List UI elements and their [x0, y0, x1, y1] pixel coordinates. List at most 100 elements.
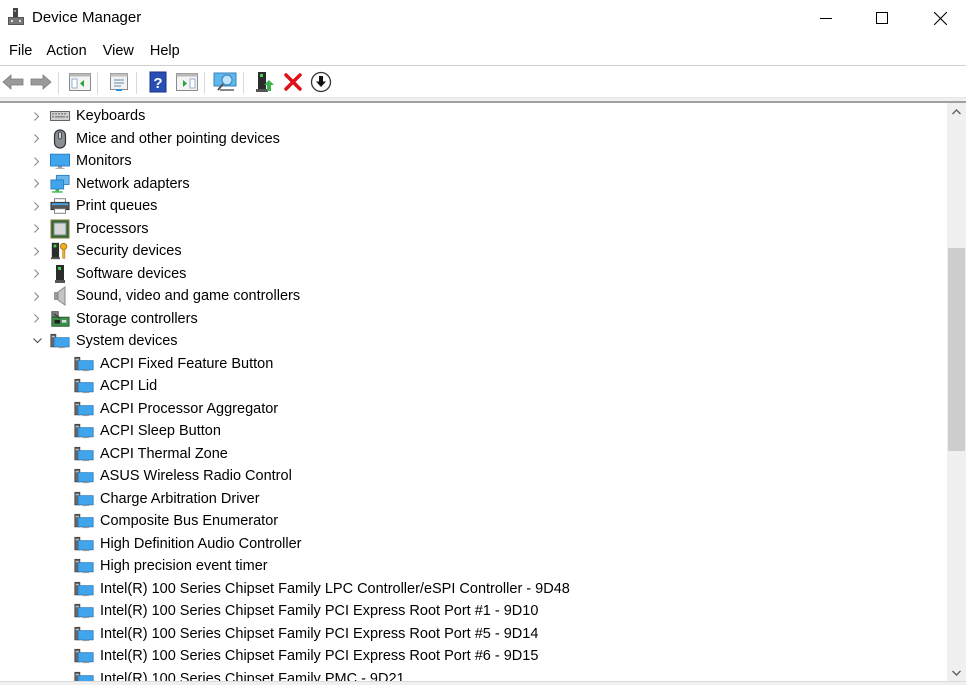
tree-item-label: Security devices — [76, 243, 182, 260]
tree-device-item[interactable]: Intel(R) 100 Series Chipset Family PCI E… — [74, 645, 538, 668]
tree-device-item[interactable]: ACPI Fixed Feature Button — [74, 353, 273, 376]
menu-file[interactable]: File — [0, 40, 39, 64]
tree-device-item[interactable]: Intel(R) 100 Series Chipset Family LPC C… — [74, 578, 570, 601]
system-device-icon — [74, 355, 94, 373]
monitor-icon — [50, 152, 70, 170]
close-button[interactable] — [911, 0, 966, 36]
tree-category-network-adapters[interactable]: Network adapters — [34, 173, 190, 196]
show-hide-action-pane-button[interactable] — [175, 70, 199, 94]
toolbar-separator — [58, 72, 59, 94]
tree-item-label: ACPI Processor Aggregator — [100, 400, 279, 417]
tree-device-item[interactable]: ACPI Sleep Button — [74, 420, 221, 443]
keyboard-icon — [50, 107, 70, 125]
expand-chevron-icon[interactable] — [31, 200, 43, 212]
toolbar-separator — [243, 72, 244, 94]
system-device-icon — [74, 625, 94, 643]
tree-item-label: Monitors — [76, 153, 132, 170]
expand-chevron-icon[interactable] — [31, 290, 43, 302]
tree-item-label: ASUS Wireless Radio Control — [100, 468, 292, 485]
tree-category-mice-and-other-pointing-devices[interactable]: Mice and other pointing devices — [34, 128, 280, 151]
toolbar-separator — [136, 72, 137, 94]
expand-chevron-icon[interactable] — [31, 155, 43, 167]
expand-chevron-icon[interactable] — [31, 245, 43, 257]
tree-device-item[interactable]: Intel(R) 100 Series Chipset Family PCI E… — [74, 600, 538, 623]
tree-item-label: ACPI Fixed Feature Button — [100, 355, 274, 372]
toolbar-separator — [204, 72, 205, 94]
expand-chevron-icon[interactable] — [31, 178, 43, 190]
speaker-icon — [50, 286, 70, 307]
monitor-scan-icon — [213, 72, 237, 91]
system-device-icon — [74, 422, 94, 440]
disable-device-button[interactable] — [309, 70, 333, 94]
device-tree: Keyboards Mice and other pointing devices… — [0, 103, 947, 681]
collapse-chevron-icon[interactable] — [31, 335, 43, 347]
tree-item-label: ACPI Sleep Button — [100, 423, 221, 440]
help-icon: ? — [149, 71, 167, 93]
tree-item-label: Keyboards — [76, 108, 146, 125]
menu-help[interactable]: Help — [141, 40, 187, 64]
tree-category-keyboards[interactable]: Keyboards — [34, 105, 146, 128]
update-driver-button[interactable] — [253, 70, 277, 94]
tree-device-item[interactable]: Composite Bus Enumerator — [74, 510, 278, 533]
tree-category-processors[interactable]: Processors — [34, 218, 149, 241]
system-device-icon — [74, 490, 94, 508]
system-device-icon — [74, 445, 94, 463]
network-adapter-icon — [50, 174, 70, 193]
tree-item-label: High Definition Audio Controller — [100, 535, 302, 552]
tree-item-label: Storage controllers — [76, 310, 198, 327]
tree-category-security-devices[interactable]: Security devices — [34, 240, 182, 263]
maximize-icon — [876, 12, 888, 24]
menu-action[interactable]: Action — [39, 40, 93, 64]
expand-chevron-icon[interactable] — [31, 223, 43, 235]
tree-device-item[interactable]: Intel(R) 100 Series Chipset Family PCI E… — [74, 623, 538, 646]
tree-device-item[interactable]: Intel(R) 100 Series Chipset Family PMC -… — [74, 668, 405, 681]
toolbar: ? — [0, 66, 966, 97]
tree-item-label: ACPI Lid — [100, 378, 158, 395]
minimize-icon — [820, 18, 832, 19]
scroll-thumb[interactable] — [948, 248, 965, 451]
system-device-icon — [74, 580, 94, 598]
tree-item-label: ACPI Thermal Zone — [100, 445, 228, 462]
status-bar — [0, 681, 966, 685]
expand-chevron-icon[interactable] — [31, 133, 43, 145]
scan-hardware-changes-button[interactable] — [213, 70, 237, 94]
tree-device-item[interactable]: ASUS Wireless Radio Control — [74, 465, 292, 488]
tree-item-label: Processors — [76, 220, 149, 237]
scroll-down-button[interactable] — [947, 664, 966, 681]
update-driver-icon — [256, 72, 274, 92]
back-button[interactable] — [1, 70, 25, 94]
show-hide-console-tree-button[interactable] — [68, 70, 92, 94]
tree-device-item[interactable]: ACPI Lid — [74, 375, 157, 398]
expand-chevron-icon[interactable] — [31, 110, 43, 122]
window-title: Device Manager — [32, 9, 142, 26]
system-device-icon — [74, 512, 94, 530]
tree-category-software-devices[interactable]: Software devices — [34, 263, 186, 286]
tree-item-label: Intel(R) 100 Series Chipset Family LPC C… — [100, 580, 570, 597]
tree-device-item[interactable]: High precision event timer — [74, 555, 268, 578]
menu-view[interactable]: View — [94, 40, 141, 64]
tree-category-monitors[interactable]: Monitors — [34, 150, 132, 173]
help-button[interactable]: ? — [146, 70, 170, 94]
software-device-icon — [50, 264, 70, 283]
tree-category-sound-video-and-game-controllers[interactable]: Sound, video and game controllers — [34, 285, 300, 308]
tree-device-item[interactable]: Charge Arbitration Driver — [74, 488, 260, 511]
tree-category-system-devices[interactable]: System devices — [32, 330, 178, 353]
down-arrow-circle-icon — [310, 71, 332, 93]
uninstall-device-button[interactable] — [281, 70, 305, 94]
tree-device-item[interactable]: ACPI Thermal Zone — [74, 443, 228, 466]
tree-device-item[interactable]: ACPI Processor Aggregator — [74, 398, 278, 421]
tree-device-item[interactable]: High Definition Audio Controller — [74, 533, 302, 556]
vertical-scrollbar[interactable] — [947, 103, 966, 681]
expand-chevron-icon[interactable] — [31, 268, 43, 280]
minimize-button[interactable] — [797, 0, 855, 36]
tree-item-label: Print queues — [76, 198, 158, 215]
maximize-button[interactable] — [853, 0, 911, 36]
properties-button[interactable] — [107, 70, 131, 94]
tree-item-label: Charge Arbitration Driver — [100, 490, 260, 507]
forward-button[interactable] — [29, 70, 53, 94]
expand-chevron-icon[interactable] — [31, 313, 43, 325]
scroll-up-button[interactable] — [947, 103, 966, 120]
tree-category-print-queues[interactable]: Print queues — [34, 195, 158, 218]
system-device-icon — [50, 332, 70, 350]
tree-category-storage-controllers[interactable]: Storage controllers — [34, 308, 198, 331]
